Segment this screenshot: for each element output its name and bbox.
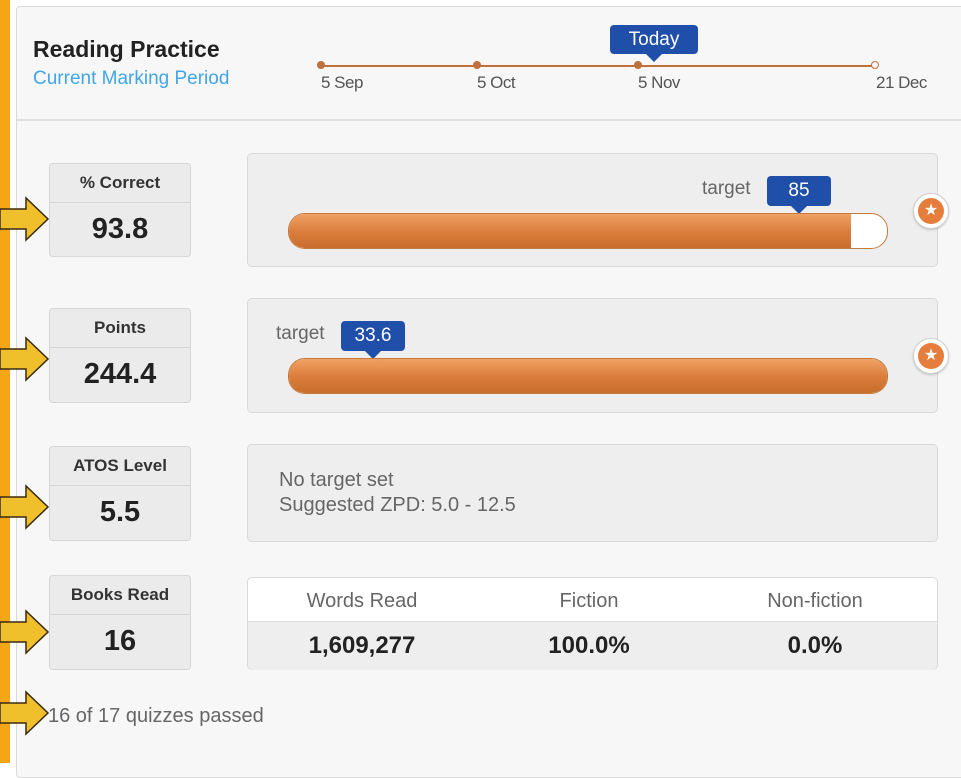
page-title: Reading Practice: [33, 36, 220, 62]
points-stat: Points 244.4: [49, 308, 191, 403]
target-badge: 33.6: [341, 321, 405, 359]
timeline-date: 5 Oct: [477, 73, 516, 92]
fiction-header: Fiction: [559, 590, 619, 612]
target-label: target: [276, 323, 325, 344]
right-arrow-icon: [0, 690, 50, 736]
star-icon: ★: [918, 198, 944, 224]
progress-fill: [289, 359, 887, 393]
star-icon: ★: [918, 343, 944, 369]
stat-value: 16: [103, 625, 137, 657]
marking-period-link[interactable]: Current Marking Period: [33, 68, 229, 90]
atos-card: No target set Suggested ZPD: 5.0 - 12.5: [247, 444, 938, 542]
target-badge: 85: [767, 176, 831, 214]
right-arrow-icon: [0, 484, 50, 530]
today-marker: Today: [610, 25, 698, 62]
fiction-value: 100.0%: [548, 632, 630, 659]
timeline-dot: [317, 61, 325, 69]
points-card: target 33.6: [247, 298, 938, 413]
books-breakdown-card: Words Read 1,609,277 Fiction 100.0% Non-…: [247, 577, 938, 670]
timeline-end-dot: [871, 61, 879, 69]
timeline-date: 5 Nov: [638, 73, 680, 92]
achievement-star-button[interactable]: ★: [913, 338, 949, 374]
atos-level-stat: ATOS Level 5.5: [49, 446, 191, 541]
timeline-dot: [473, 61, 481, 69]
suggested-zpd-text: Suggested ZPD: 5.0 - 12.5: [279, 494, 516, 516]
achievement-star-button[interactable]: ★: [913, 193, 949, 229]
no-target-text: No target set: [279, 469, 394, 491]
words-read-header: Words Read: [306, 590, 418, 612]
non-fiction-header: Non-fiction: [767, 590, 863, 612]
right-arrow-icon: [0, 196, 50, 242]
stat-value: 93.8: [91, 213, 149, 245]
timeline-dot: [634, 61, 642, 69]
percent-correct-card: target 85: [247, 153, 938, 267]
header-divider: [17, 119, 961, 121]
percent-correct-stat: % Correct 93.8: [49, 163, 191, 257]
stat-label: Books Read: [50, 576, 190, 615]
progress-fill: [289, 214, 852, 248]
stat-value: 244.4: [83, 358, 157, 390]
stat-value: 5.5: [99, 496, 141, 528]
words-read-value: 1,609,277: [308, 632, 416, 659]
books-read-stat: Books Read 16: [49, 575, 191, 670]
timeline-date: 5 Sep: [321, 73, 363, 92]
quizzes-passed-text: 16 of 17 quizzes passed: [48, 705, 264, 727]
right-arrow-icon: [0, 336, 50, 382]
stat-label: Points: [50, 309, 190, 348]
timeline-date: 21 Dec: [876, 73, 927, 92]
stat-label: % Correct: [50, 164, 190, 203]
timeline-line: [321, 65, 876, 67]
non-fiction-value: 0.0%: [787, 632, 843, 659]
stat-label: ATOS Level: [50, 447, 190, 486]
right-arrow-icon: [0, 609, 50, 655]
progress-bar: [288, 358, 888, 394]
progress-bar: [288, 213, 888, 249]
target-label: target: [702, 178, 751, 199]
